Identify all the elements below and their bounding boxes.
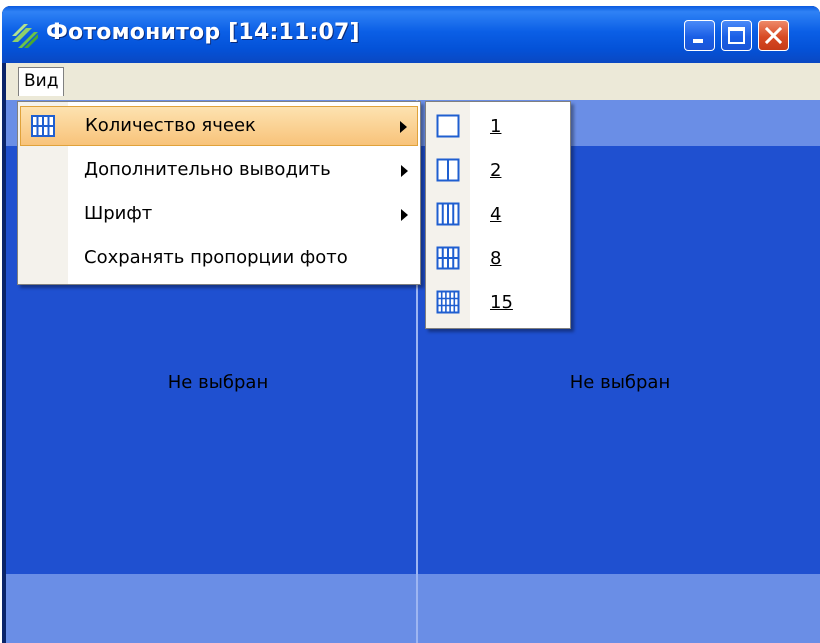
one-cell-icon [436, 114, 460, 138]
menu-vid[interactable]: Вид [18, 67, 65, 96]
option-label: 2 [490, 160, 502, 181]
cell-footer-right [418, 574, 820, 643]
cell-count-option-15[interactable]: 15 [428, 282, 568, 324]
menu-item-cell-count[interactable]: Количество ячеек [20, 106, 418, 146]
menu-item-label: Количество ячеек [85, 115, 256, 136]
minimize-button[interactable] [684, 20, 715, 51]
cell-status-right: Не выбран [569, 372, 671, 393]
cell-count-option-2[interactable]: 2 [428, 150, 568, 192]
maximize-button[interactable] [721, 20, 752, 51]
option-label: 1 [490, 116, 502, 137]
fifteen-cells-icon [436, 290, 460, 314]
menu-bar: Вид [6, 63, 820, 101]
close-icon [764, 26, 783, 45]
menu-item-label: Дополнительно выводить [84, 159, 331, 180]
menu-item-font[interactable]: Шрифт [20, 195, 418, 235]
two-cells-icon [436, 158, 460, 182]
option-label: 8 [490, 248, 502, 269]
menu-item-keep-proportions[interactable]: Сохранять пропорции фото [20, 239, 418, 279]
cell-status-left: Не выбран [167, 372, 269, 393]
eight-cells-icon [436, 246, 460, 270]
four-cells-icon [436, 202, 460, 226]
cell-count-option-1[interactable]: 1 [428, 106, 568, 148]
menu-item-label: Сохранять пропорции фото [84, 247, 348, 268]
app-logo-icon [12, 24, 38, 48]
cell-count-submenu: 1 2 4 8 15 [425, 101, 571, 329]
submenu-arrow-icon [401, 209, 408, 221]
window-title: Фотомонитор [14:11:07] [46, 20, 360, 45]
option-label: 4 [490, 204, 502, 225]
view-dropdown-menu: Количество ячеек Дополнительно выводить … [17, 101, 421, 285]
minimize-icon [693, 39, 703, 43]
menu-item-label: Шрифт [84, 203, 153, 224]
grid-icon [31, 115, 55, 137]
close-button[interactable] [758, 20, 789, 51]
cell-count-option-4[interactable]: 4 [428, 194, 568, 236]
maximize-icon [728, 27, 745, 44]
option-label: 15 [490, 292, 513, 313]
menu-item-extra-output[interactable]: Дополнительно выводить [20, 151, 418, 191]
cell-footer-left [6, 574, 416, 643]
submenu-arrow-icon [401, 165, 408, 177]
title-bar[interactable]: Фотомонитор [14:11:07] [2, 6, 820, 63]
submenu-arrow-icon [400, 121, 407, 133]
cell-count-option-8[interactable]: 8 [428, 238, 568, 280]
